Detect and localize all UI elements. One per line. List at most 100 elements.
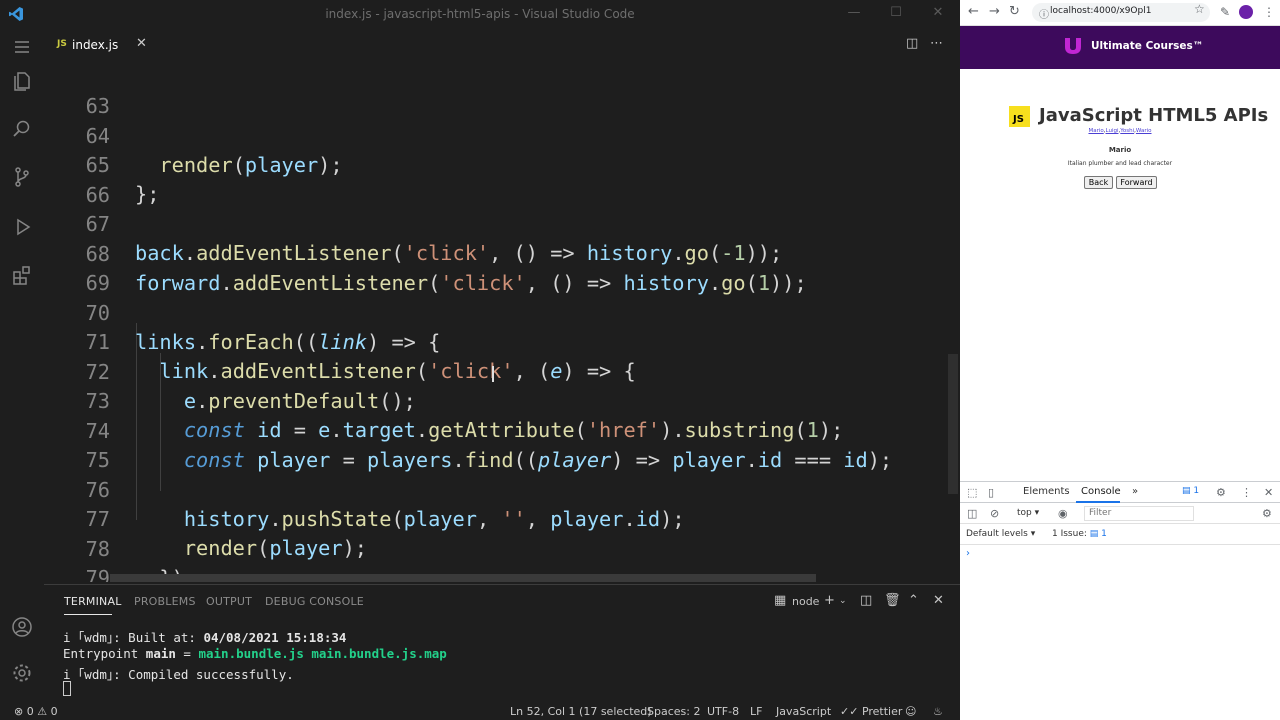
account-icon[interactable] (10, 615, 34, 639)
extensions-puzzle-icon[interactable]: ✎ (1220, 5, 1230, 19)
code-line-69: 69 (44, 239, 944, 295)
devtools-menu-icon[interactable]: ⋮ (1241, 486, 1252, 499)
back-arrow-icon[interactable]: ← (968, 4, 979, 19)
browser-menu-icon[interactable]: ⋮ (1263, 5, 1275, 19)
tab-problems[interactable]: PROBLEMS (134, 595, 196, 608)
tab-index-js[interactable]: JS index.js ✕ (44, 29, 156, 59)
tab-console[interactable]: Console (1081, 486, 1121, 497)
profile-avatar[interactable] (1239, 5, 1253, 19)
status-bar: ⊗ 0 ⚠ 0 Ln 52, Col 1 (17 selected) Space… (0, 702, 960, 720)
site-header: Ultimate Courses™ (960, 26, 1280, 69)
vertical-scrollbar[interactable] (948, 354, 958, 494)
console-toolbar: ◫ ⊘ top ▾ ◉ Filter ⚙ (960, 503, 1280, 524)
code-line-72: 72 e.preventDefault(); (44, 328, 944, 414)
code-line-64: 64 render(player); (44, 92, 944, 178)
address-bar[interactable]: ⓘ localhost:4000/x9Opl1 (1032, 3, 1210, 22)
forward-arrow-icon[interactable]: → (989, 4, 1000, 19)
cursor-position[interactable]: Ln 52, Col 1 (17 selected) (510, 705, 652, 718)
issues-link[interactable]: 1 Issue: ▤ 1 (1052, 529, 1107, 539)
tab-elements[interactable]: Elements (1023, 486, 1070, 497)
explorer-icon[interactable] (10, 69, 34, 93)
link-mario[interactable]: Mario (1088, 128, 1103, 134)
maximize-icon[interactable]: ☐ (886, 5, 906, 23)
settings-gear-icon[interactable] (10, 661, 34, 685)
maximize-panel-icon[interactable]: ⌃ (908, 593, 919, 608)
code-line-77: 77 render(player); (44, 475, 944, 561)
close-window-icon[interactable]: ✕ (928, 5, 948, 23)
live-expression-eye-icon[interactable]: ◉ (1058, 507, 1068, 520)
code-line-65: 65 }; (44, 121, 944, 207)
code-line-78: 78 }); (44, 505, 944, 583)
javascript-file-icon: JS (57, 39, 67, 49)
bookmark-star-icon[interactable]: ☆ (1194, 2, 1205, 16)
formatter-status[interactable]: ✓✓ Prettier (840, 705, 902, 718)
sidebar-toggle-icon[interactable]: ◫ (967, 507, 977, 520)
forward-button[interactable]: Forward (1116, 176, 1157, 189)
tab-terminal[interactable]: TERMINAL (64, 595, 122, 608)
tab-label: index.js (72, 38, 119, 52)
split-terminal-icon[interactable]: ◫ (860, 593, 872, 608)
ultimate-courses-logo-icon[interactable] (1063, 37, 1083, 55)
devtools-settings-gear-icon[interactable]: ⚙ (1216, 486, 1226, 499)
active-tab-indicator (64, 614, 112, 615)
close-tab-icon[interactable]: ✕ (136, 36, 147, 51)
new-terminal-icon[interactable]: + (824, 593, 835, 608)
language-mode[interactable]: JavaScript (776, 705, 831, 718)
terminal-icon: ▦ (774, 593, 787, 608)
browser-toolbar: ← → ↻ ⓘ localhost:4000/x9Opl1 ☆ ✎ ⋮ (960, 0, 1280, 26)
back-button[interactable]: Back (1084, 176, 1113, 189)
eol-status[interactable]: LF (750, 705, 762, 718)
character-links: Mario,Luigi,Yoshi,Wario (1088, 128, 1152, 134)
minimize-icon[interactable]: — (844, 5, 864, 23)
link-wario[interactable]: Wario (1136, 128, 1152, 134)
run-debug-icon[interactable] (10, 215, 34, 239)
activity-bar (0, 29, 44, 702)
encoding-status[interactable]: UTF-8 (707, 705, 739, 718)
console-settings-gear-icon[interactable]: ⚙ (1262, 507, 1272, 520)
trash-icon[interactable]: 🗑 (884, 593, 901, 608)
chevron-down-icon[interactable]: ⌄ (839, 596, 847, 606)
tab-output[interactable]: OUTPUT (206, 595, 252, 608)
more-actions-icon[interactable]: ⋯ (930, 36, 946, 52)
reload-icon[interactable]: ↻ (1009, 4, 1020, 19)
code-line-75: 75 (44, 416, 944, 472)
more-tabs-icon[interactable]: » (1132, 486, 1138, 497)
code-line-71: 71 link.addEventListener('click', (e) =>… (44, 298, 944, 384)
code-line-63: 63 (44, 62, 944, 118)
code-line-68: 68 forward.addEventListener('click', () … (44, 210, 944, 296)
close-devtools-icon[interactable]: ✕ (1264, 486, 1273, 499)
search-icon[interactable] (10, 117, 34, 141)
issues-badge[interactable]: ▤ 1 (1182, 486, 1199, 496)
errors-status[interactable]: ⊗ 0 ⚠ 0 (14, 705, 58, 718)
link-luigi[interactable]: Luigi (1106, 128, 1119, 134)
javascript-logo: JS (1009, 106, 1030, 127)
inspect-element-icon[interactable]: ⬚ (967, 486, 977, 499)
split-editor-icon[interactable]: ◫ (906, 36, 922, 52)
page-content: JS JavaScript HTML5 APIs Mario,Luigi,Yos… (960, 69, 1280, 481)
source-control-icon[interactable] (10, 165, 34, 189)
extensions-icon[interactable] (10, 263, 34, 287)
clear-console-icon[interactable]: ⊘ (990, 507, 999, 520)
terminal-shell-name[interactable]: node (792, 595, 819, 608)
character-name: Mario (1108, 146, 1132, 154)
context-selector[interactable]: top ▾ (1017, 508, 1039, 518)
notifications-bell-icon[interactable]: ♨ (933, 705, 943, 718)
terminal-line: Entrypoint main = main.bundle.js main.bu… (63, 646, 447, 661)
log-levels-dropdown[interactable]: Default levels ▾ (966, 529, 1035, 539)
console-prompt[interactable]: › (966, 548, 970, 559)
close-panel-icon[interactable]: ✕ (933, 593, 944, 608)
url-text: localhost:4000/x9Opl1 (1050, 6, 1152, 16)
code-editor[interactable]: 63 64 render(player); 65 }; 66 67 back.a… (44, 59, 960, 582)
info-icon[interactable]: ⓘ (1039, 6, 1049, 21)
tab-debug-console[interactable]: DEBUG CONSOLE (265, 595, 364, 608)
feedback-icon[interactable]: ☺ (905, 705, 916, 718)
code-line-70: 70 links.forEach((link) => { (44, 269, 944, 355)
menu-icon[interactable] (10, 35, 34, 59)
horizontal-scrollbar[interactable] (110, 574, 816, 582)
brand-name[interactable]: Ultimate Courses™ (1091, 40, 1203, 52)
console-filter-input[interactable]: Filter (1084, 506, 1194, 521)
indentation-status[interactable]: Spaces: 2 (647, 705, 700, 718)
browser-window: ← → ↻ ⓘ localhost:4000/x9Opl1 ☆ ✎ ⋮ Ulti… (960, 0, 1280, 720)
link-yoshi[interactable]: Yoshi (1120, 128, 1134, 134)
device-toolbar-icon[interactable]: ▯ (988, 486, 994, 499)
